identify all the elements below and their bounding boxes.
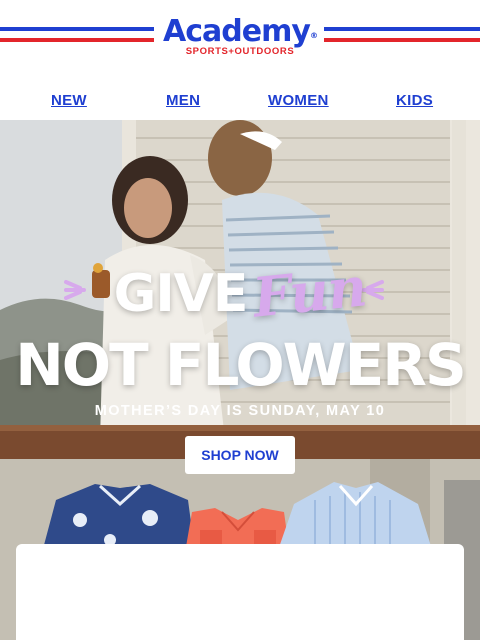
hero-headline-line1: GIVEFun <box>0 254 480 329</box>
email-header: Academy® SPORTS+OUTDOORS <box>0 0 480 78</box>
logo-trademark: ® <box>309 31 318 40</box>
academy-logo[interactable]: Academy® SPORTS+OUTDOORS <box>156 16 324 57</box>
header-stripe-right-red <box>324 38 480 42</box>
logo-wordmark: Academy® <box>156 16 324 48</box>
headline-fun: Fun <box>250 254 370 330</box>
product-card <box>16 544 464 640</box>
shop-now-button[interactable]: SHOP NOW <box>185 436 295 474</box>
nav-new[interactable]: NEW <box>51 92 87 109</box>
nav-women[interactable]: WOMEN <box>268 92 329 109</box>
hero-headline-line2: NOT FLOWERS <box>15 331 466 399</box>
header-stripe-left-red <box>0 38 154 42</box>
header-stripe-right-blue <box>324 27 480 31</box>
headline-give: GIVE <box>113 264 249 324</box>
header-stripe-left-blue <box>0 27 154 31</box>
nav-kids[interactable]: KIDS <box>396 92 433 109</box>
category-nav: NEW MEN WOMEN KIDS <box>0 84 480 120</box>
logo-name: Academy <box>163 14 311 49</box>
nav-men[interactable]: MEN <box>166 92 200 109</box>
hero-subline: MOTHER’S DAY IS SUNDAY, MAY 10 <box>94 403 386 419</box>
